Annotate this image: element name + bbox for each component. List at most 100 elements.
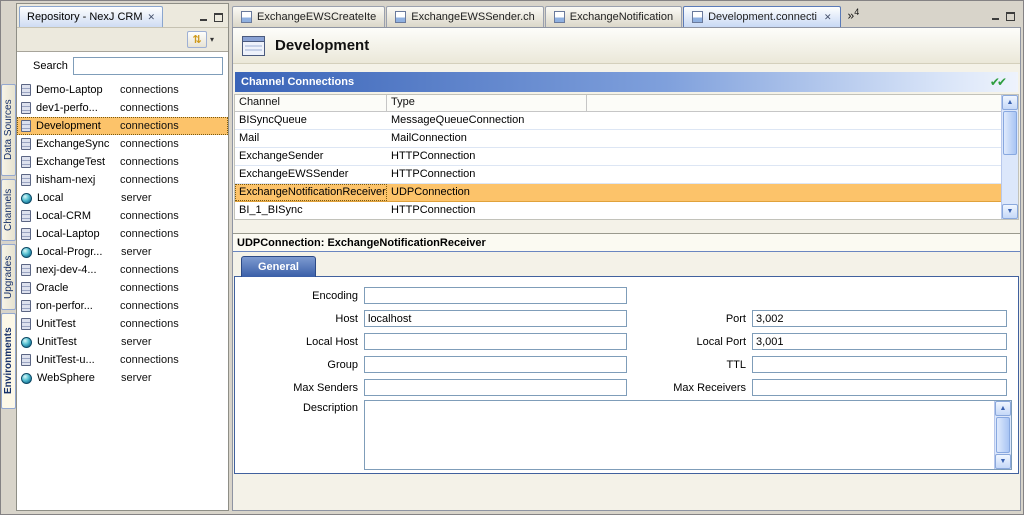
page-header: Development xyxy=(233,28,1020,64)
cell-type: MailConnection xyxy=(387,130,587,147)
table-row[interactable]: ExchangeSender HTTPConnection xyxy=(235,148,1001,166)
connections-stack-icon xyxy=(21,318,31,330)
side-tab-upgrades[interactable]: Upgrades xyxy=(1,244,16,310)
tab-label: ExchangeEWSSender.ch xyxy=(411,11,535,23)
editor-area: ExchangeEWSCreateIte ExchangeEWSSender.c… xyxy=(232,3,1021,511)
tree-item[interactable]: Local-Laptop connections xyxy=(17,225,228,243)
max-senders-label: Max Senders xyxy=(239,382,364,394)
tab-overflow-chevron[interactable]: »4 xyxy=(848,7,860,23)
encoding-label: Encoding xyxy=(239,290,364,302)
scroll-up-icon[interactable]: ▲ xyxy=(995,401,1011,416)
tree-item-name: Local-Laptop xyxy=(36,228,120,240)
description-textarea[interactable]: ▲ ▼ xyxy=(364,400,1012,470)
column-header-channel[interactable]: Channel xyxy=(235,95,387,111)
tree-item[interactable]: nexj-dev-4... connections xyxy=(17,261,228,279)
development-editor-icon xyxy=(241,34,267,58)
tree-item[interactable]: UnitTest-u... connections xyxy=(17,351,228,369)
search-input[interactable] xyxy=(73,57,223,75)
tree-item-kind: connections xyxy=(120,228,179,240)
host-label: Host xyxy=(239,313,364,325)
sync-button[interactable]: ⇅ xyxy=(187,31,207,48)
editor-maximize-icon[interactable] xyxy=(1006,12,1015,21)
table-row[interactable]: ExchangeNotificationReceiver UDPConnecti… xyxy=(235,184,1001,202)
local-host-input[interactable] xyxy=(364,333,627,350)
tree-item[interactable]: dev1-perfo... connections xyxy=(17,99,228,117)
repository-view: Repository - NexJ CRM ✕ ⇅ ▾ Search Demo-… xyxy=(16,3,229,511)
tree-item-name: Local-CRM xyxy=(36,210,120,222)
group-input[interactable] xyxy=(364,356,627,373)
repository-titlebar: Repository - NexJ CRM ✕ xyxy=(17,4,228,28)
scrollbar-thumb[interactable] xyxy=(1003,111,1017,155)
channel-connections-table: Channel Type BISyncQueue MessageQueueCon… xyxy=(234,94,1019,220)
tree-item-name: Local xyxy=(37,192,121,204)
host-input[interactable] xyxy=(364,310,627,327)
local-host-label: Local Host xyxy=(239,336,364,348)
tab-exchange-ews-sender[interactable]: ExchangeEWSSender.ch xyxy=(386,6,544,27)
encoding-input[interactable] xyxy=(364,287,627,304)
connections-file-icon xyxy=(692,11,703,23)
tree-item[interactable]: Local-CRM connections xyxy=(17,207,228,225)
view-maximize-icon[interactable] xyxy=(214,13,223,22)
port-input[interactable] xyxy=(752,310,1007,327)
tab-exchange-ews-createite[interactable]: ExchangeEWSCreateIte xyxy=(232,6,385,27)
view-menu-icon[interactable]: ▾ xyxy=(210,35,214,44)
side-tab-environments[interactable]: Environments xyxy=(1,313,16,409)
tree-item-name: nexj-dev-4... xyxy=(36,264,120,276)
tree-item[interactable]: Local-Progr... server xyxy=(17,243,228,261)
tree-item-name: Oracle xyxy=(36,282,120,294)
cell-channel: BISyncQueue xyxy=(235,112,387,129)
tree-item[interactable]: hisham-nexj connections xyxy=(17,171,228,189)
tree-item[interactable]: UnitTest connections xyxy=(17,315,228,333)
scroll-down-icon[interactable]: ▼ xyxy=(995,454,1011,469)
repository-toolbar: ⇅ ▾ xyxy=(17,28,228,50)
table-row[interactable]: BI_1_BISync HTTPConnection xyxy=(235,202,1001,219)
tab-general[interactable]: General xyxy=(241,256,316,277)
tree-item[interactable]: Oracle connections xyxy=(17,279,228,297)
connections-stack-icon xyxy=(21,264,31,276)
connections-stack-icon xyxy=(21,354,31,366)
scrollbar-thumb[interactable] xyxy=(996,417,1010,453)
tab-label: Development.connecti xyxy=(708,11,817,23)
tree-item-name: ExchangeTest xyxy=(36,156,120,168)
tree-item[interactable]: Local server xyxy=(17,189,228,207)
tree-item-name: Development xyxy=(36,120,120,132)
tree-item[interactable]: ExchangeSync connections xyxy=(17,135,228,153)
tab-close-icon[interactable]: ✕ xyxy=(824,12,832,23)
tree-item[interactable]: UnitTest server xyxy=(17,333,228,351)
table-row[interactable]: Mail MailConnection xyxy=(235,130,1001,148)
channel-file-icon xyxy=(554,11,565,23)
section-title: Channel Connections xyxy=(241,76,354,88)
table-row[interactable]: BISyncQueue MessageQueueConnection xyxy=(235,112,1001,130)
ttl-input[interactable] xyxy=(752,356,1007,373)
environment-tree: Demo-Laptop connections dev1-perfo... co… xyxy=(17,81,228,387)
tree-item[interactable]: Demo-Laptop connections xyxy=(17,81,228,99)
view-tab-repository[interactable]: Repository - NexJ CRM ✕ xyxy=(19,6,163,27)
tree-item-name: ExchangeSync xyxy=(36,138,120,150)
column-header-type[interactable]: Type xyxy=(387,95,587,111)
side-tab-data-sources[interactable]: Data Sources xyxy=(1,84,16,176)
tab-development-connections[interactable]: Development.connecti ✕ xyxy=(683,6,840,27)
table-row[interactable]: ExchangeEWSSender HTTPConnection xyxy=(235,166,1001,184)
description-scrollbar[interactable]: ▲ ▼ xyxy=(994,401,1011,469)
scroll-up-icon[interactable]: ▲ xyxy=(1002,95,1018,110)
tab-exchange-notification[interactable]: ExchangeNotification xyxy=(545,6,682,27)
view-minimize-icon[interactable] xyxy=(199,13,208,22)
max-receivers-input[interactable] xyxy=(752,379,1007,396)
search-label: Search xyxy=(33,60,68,72)
tree-item[interactable]: ExchangeTest connections xyxy=(17,153,228,171)
view-close-icon[interactable]: ✕ xyxy=(148,12,156,23)
local-port-input[interactable] xyxy=(752,333,1007,350)
tree-item-name: UnitTest xyxy=(36,318,120,330)
tree-item[interactable]: ron-perfor... connections xyxy=(17,297,228,315)
cell-type: HTTPConnection xyxy=(387,202,587,219)
scroll-down-icon[interactable]: ▼ xyxy=(1002,204,1018,219)
tree-item[interactable]: WebSphere server xyxy=(17,369,228,387)
side-tab-channels[interactable]: Channels xyxy=(1,179,16,241)
table-scrollbar[interactable]: ▲ ▼ xyxy=(1001,95,1018,219)
tree-item-kind: server xyxy=(121,192,152,204)
description-label: Description xyxy=(239,400,364,414)
connections-stack-icon xyxy=(21,156,31,168)
editor-minimize-icon[interactable] xyxy=(991,12,1000,21)
tree-item[interactable]: Development connections xyxy=(17,117,228,135)
max-senders-input[interactable] xyxy=(364,379,627,396)
